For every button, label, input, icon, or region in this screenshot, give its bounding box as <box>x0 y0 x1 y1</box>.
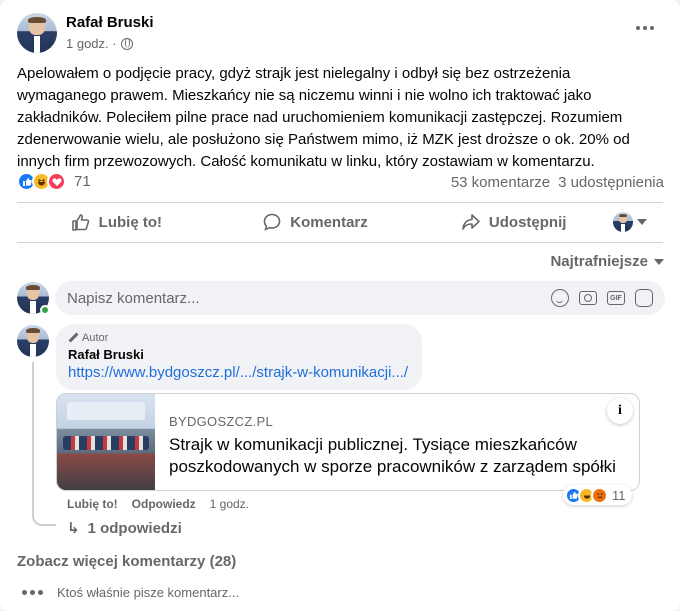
comment-bubble-icon <box>263 213 281 231</box>
comment-link[interactable]: https://www.bydgoszcz.pl/.../strajk-w-ko… <box>68 364 410 381</box>
share-as-avatar <box>613 212 634 232</box>
emoji-icon[interactable] <box>551 289 569 307</box>
more-options-button[interactable] <box>632 18 658 38</box>
comment-bubble: Autor Rafał Bruski https://www.bydgoszcz… <box>56 324 422 390</box>
typing-indicator: Ktoś właśnie pisze komentarz... <box>22 585 239 600</box>
comment-reply-button[interactable]: Odpowiedz <box>132 497 196 511</box>
composer-tools: GIF <box>551 289 653 307</box>
share-label: Udostępnij <box>488 213 567 231</box>
share-arrow-icon <box>462 214 480 230</box>
author-avatar[interactable] <box>17 13 57 53</box>
gif-icon[interactable]: GIF <box>607 291 625 305</box>
comment-composer[interactable]: GIF <box>55 281 665 315</box>
post-action-bar: Lubię to! Komentarz Udostępnij <box>17 203 663 241</box>
like-button[interactable]: Lubię to! <box>17 212 216 232</box>
online-status-indicator <box>40 305 50 315</box>
comment-author[interactable]: Rafał Bruski <box>68 347 410 362</box>
divider <box>17 242 663 243</box>
link-thumbnail <box>57 394 155 490</box>
post-reactions[interactable]: 71 <box>17 172 91 191</box>
author-badge-label: Autor <box>82 332 109 344</box>
comment-sort-dropdown[interactable]: Najtrafniejsze <box>550 253 664 270</box>
thread-line <box>32 362 56 526</box>
thumbs-up-icon <box>71 214 89 231</box>
dot-icon <box>650 26 654 30</box>
link-preview-card[interactable]: BYDGOSZCZ.PL Strajk w komunikacji public… <box>56 393 640 491</box>
post-text: Apelowałem o podjęcie pracy, gdyż strajk… <box>17 65 630 170</box>
comment-input[interactable] <box>67 289 551 307</box>
info-icon[interactable]: i <box>607 398 633 424</box>
comments-count[interactable]: 53 komentarze <box>451 174 550 191</box>
post-stats: 53 komentarze 3 udostępnienia <box>451 174 664 191</box>
post-timestamp[interactable]: 1 godz. · <box>66 36 133 51</box>
typing-label: Ktoś właśnie pisze komentarz... <box>57 585 240 600</box>
share-as-selector[interactable] <box>613 212 663 232</box>
post-time[interactable]: 1 godz. · <box>66 36 117 51</box>
author-name[interactable]: Rafał Bruski <box>66 14 154 31</box>
chevron-down-icon <box>654 258 664 265</box>
comment-button[interactable]: Komentarz <box>216 212 415 232</box>
replies-label: 1 odpowiedzi <box>87 519 182 537</box>
love-icon <box>47 172 66 191</box>
comment-reactions[interactable]: 11 <box>563 485 632 505</box>
angry-icon <box>591 486 608 504</box>
comment-reaction-count: 11 <box>612 487 626 503</box>
post-card: Rafał Bruski 1 godz. · Apelowałem o podj… <box>0 0 680 611</box>
shares-count[interactable]: 3 udostępnienia <box>558 174 664 191</box>
commenter-avatar[interactable] <box>17 325 49 357</box>
reaction-count: 71 <box>74 173 91 190</box>
camera-icon[interactable] <box>579 291 597 305</box>
pencil-icon <box>68 333 78 343</box>
typing-dots-icon <box>22 590 43 595</box>
share-button[interactable]: Udostępnij <box>414 212 613 232</box>
dot-icon <box>636 26 640 30</box>
reply-arrow-icon: ↳ <box>67 520 80 537</box>
chevron-down-icon <box>637 219 648 225</box>
comment-label: Komentarz <box>290 213 368 231</box>
view-more-comments-link[interactable]: Zobacz więcej komentarzy (28) <box>17 553 236 570</box>
like-label: Lubię to! <box>98 213 162 231</box>
globe-icon <box>120 37 133 50</box>
comment-like-button[interactable]: Lubię to! <box>67 497 118 511</box>
link-title: Strajk w komunikacji publicznej. Tysiące… <box>169 435 616 476</box>
dot-icon <box>643 26 647 30</box>
view-replies-link[interactable]: ↳ 1 odpowiedzi <box>67 519 182 538</box>
comment-actions: Lubię to! Odpowiedz 1 godz. <box>67 497 249 511</box>
sort-label: Najtrafniejsze <box>550 253 648 270</box>
author-badge: Autor <box>68 332 410 344</box>
comment-time[interactable]: 1 godz. <box>210 497 249 511</box>
link-domain: BYDGOSZCZ.PL <box>169 414 274 429</box>
sticker-icon[interactable] <box>635 289 653 307</box>
